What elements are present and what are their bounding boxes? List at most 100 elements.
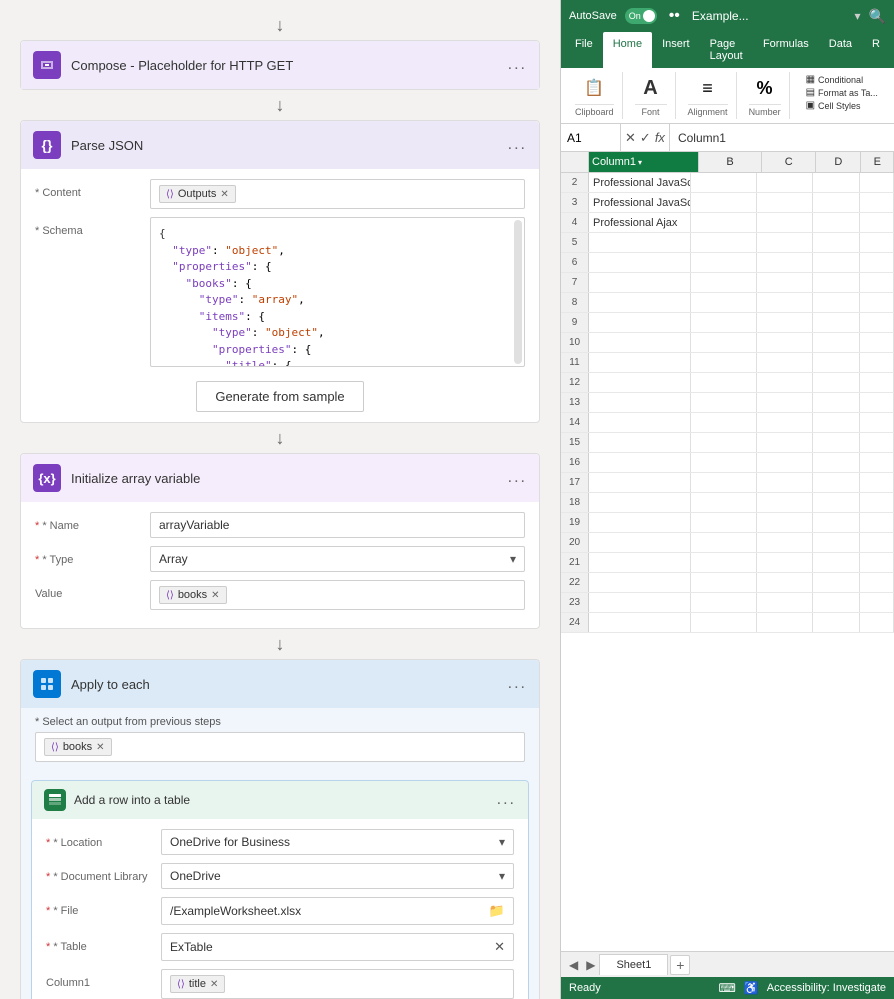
table-row[interactable]: 13	[561, 393, 894, 413]
file-input[interactable]: /ExampleWorksheet.xlsx 📁	[161, 897, 514, 925]
cell-d-14[interactable]	[813, 413, 860, 432]
cell-e-5[interactable]	[860, 233, 894, 252]
cell-c-22[interactable]	[757, 573, 813, 592]
cell-a-7[interactable]	[589, 273, 691, 292]
number-button[interactable]: %	[749, 74, 781, 102]
cell-b-13[interactable]	[691, 393, 756, 412]
filename-dropdown-icon[interactable]: ▾	[855, 9, 861, 23]
cell-c-20[interactable]	[757, 533, 813, 552]
table-row[interactable]: 19	[561, 513, 894, 533]
cell-c-10[interactable]	[757, 333, 813, 352]
col-header-c[interactable]: C	[762, 152, 816, 172]
content-input[interactable]: ⟨⟩ Outputs ✕	[150, 179, 525, 209]
cell-b-24[interactable]	[691, 613, 756, 632]
cell-b-15[interactable]	[691, 433, 756, 452]
location-select[interactable]: OneDrive for Business ▾	[161, 829, 514, 855]
formula-input[interactable]: Column1	[670, 131, 894, 145]
cell-b-5[interactable]	[691, 233, 756, 252]
autosave-toggle[interactable]: On	[625, 8, 657, 24]
cell-e-6[interactable]	[860, 253, 894, 272]
parse-json-header[interactable]: {} Parse JSON ...	[21, 121, 539, 169]
cell-d-22[interactable]	[813, 573, 860, 592]
tab-r[interactable]: R	[862, 32, 890, 68]
tab-formulas[interactable]: Formulas	[753, 32, 819, 68]
table-row[interactable]: 4 Professional Ajax	[561, 213, 894, 233]
col-header-e[interactable]: E	[861, 152, 894, 172]
tab-file[interactable]: File	[565, 32, 603, 68]
cell-e-17[interactable]	[860, 473, 894, 492]
table-row[interactable]: 18	[561, 493, 894, 513]
cell-e-9[interactable]	[860, 313, 894, 332]
apply-books-tag-close[interactable]: ✕	[96, 742, 104, 753]
cell-e-4[interactable]	[860, 213, 894, 232]
table-row[interactable]: 6	[561, 253, 894, 273]
cell-e-3[interactable]	[860, 193, 894, 212]
type-select[interactable]: Array ▾	[150, 546, 525, 572]
table-row[interactable]: 3 Professional JavaScript	[561, 193, 894, 213]
cell-b-21[interactable]	[691, 553, 756, 572]
cell-a-10[interactable]	[589, 333, 691, 352]
font-button[interactable]: A	[635, 74, 667, 102]
cell-d-20[interactable]	[813, 533, 860, 552]
cell-d-6[interactable]	[813, 253, 860, 272]
cell-a-24[interactable]	[589, 613, 691, 632]
cell-d-16[interactable]	[813, 453, 860, 472]
cell-d-11[interactable]	[813, 353, 860, 372]
header-dropdown-icon[interactable]: ▾	[638, 158, 642, 167]
add-row-menu[interactable]: ...	[497, 791, 516, 809]
table-row[interactable]: 22	[561, 573, 894, 593]
cell-a-23[interactable]	[589, 593, 691, 612]
cell-c-23[interactable]	[757, 593, 813, 612]
cell-a-11[interactable]	[589, 353, 691, 372]
name-box[interactable]: A1	[561, 124, 621, 151]
cell-b-3[interactable]	[691, 193, 756, 212]
cell-c-12[interactable]	[757, 373, 813, 392]
add-sheet-button[interactable]: +	[670, 955, 690, 975]
col-header-b[interactable]: B	[699, 152, 762, 172]
table-row[interactable]: 20	[561, 533, 894, 553]
cell-c-6[interactable]	[757, 253, 813, 272]
cell-e-22[interactable]	[860, 573, 894, 592]
table-row[interactable]: 17	[561, 473, 894, 493]
cell-b-2[interactable]	[691, 173, 756, 192]
sheet1-tab[interactable]: Sheet1	[599, 954, 668, 975]
tab-insert[interactable]: Insert	[652, 32, 700, 68]
cell-d-21[interactable]	[813, 553, 860, 572]
cell-b-8[interactable]	[691, 293, 756, 312]
cell-d-17[interactable]	[813, 473, 860, 492]
cell-a-14[interactable]	[589, 413, 691, 432]
cell-b-18[interactable]	[691, 493, 756, 512]
apply-each-menu[interactable]: ...	[508, 675, 527, 693]
cell-e-15[interactable]	[860, 433, 894, 452]
cell-e-10[interactable]	[860, 333, 894, 352]
cell-c-16[interactable]	[757, 453, 813, 472]
column1-header-cell[interactable]: Column1 ▾	[589, 152, 698, 172]
cell-d-18[interactable]	[813, 493, 860, 512]
cell-d-12[interactable]	[813, 373, 860, 392]
cell-c-14[interactable]	[757, 413, 813, 432]
cell-a-2[interactable]: Professional JavaScript	[589, 173, 691, 192]
cell-d-4[interactable]	[813, 213, 860, 232]
cell-e-16[interactable]	[860, 453, 894, 472]
cell-b-6[interactable]	[691, 253, 756, 272]
cell-a-5[interactable]	[589, 233, 691, 252]
outputs-tag-close[interactable]: ✕	[220, 189, 228, 200]
table-row[interactable]: 10	[561, 333, 894, 353]
schema-input[interactable]: { "type": "object", "properties": { "boo…	[150, 217, 525, 367]
cell-c-2[interactable]	[757, 173, 813, 192]
cell-e-11[interactable]	[860, 353, 894, 372]
cell-c-17[interactable]	[757, 473, 813, 492]
cell-b-9[interactable]	[691, 313, 756, 332]
cell-b-10[interactable]	[691, 333, 756, 352]
table-row[interactable]: 11	[561, 353, 894, 373]
cell-styles-button[interactable]: ▣ Cell Styles	[806, 100, 878, 111]
cell-b-11[interactable]	[691, 353, 756, 372]
cell-b-16[interactable]	[691, 453, 756, 472]
cell-b-14[interactable]	[691, 413, 756, 432]
table-row[interactable]: 21	[561, 553, 894, 573]
cell-c-18[interactable]	[757, 493, 813, 512]
books-tag-close[interactable]: ✕	[211, 590, 219, 601]
tab-page-layout[interactable]: Page Layout	[700, 32, 753, 68]
table-row[interactable]: 16	[561, 453, 894, 473]
cell-b-7[interactable]	[691, 273, 756, 292]
